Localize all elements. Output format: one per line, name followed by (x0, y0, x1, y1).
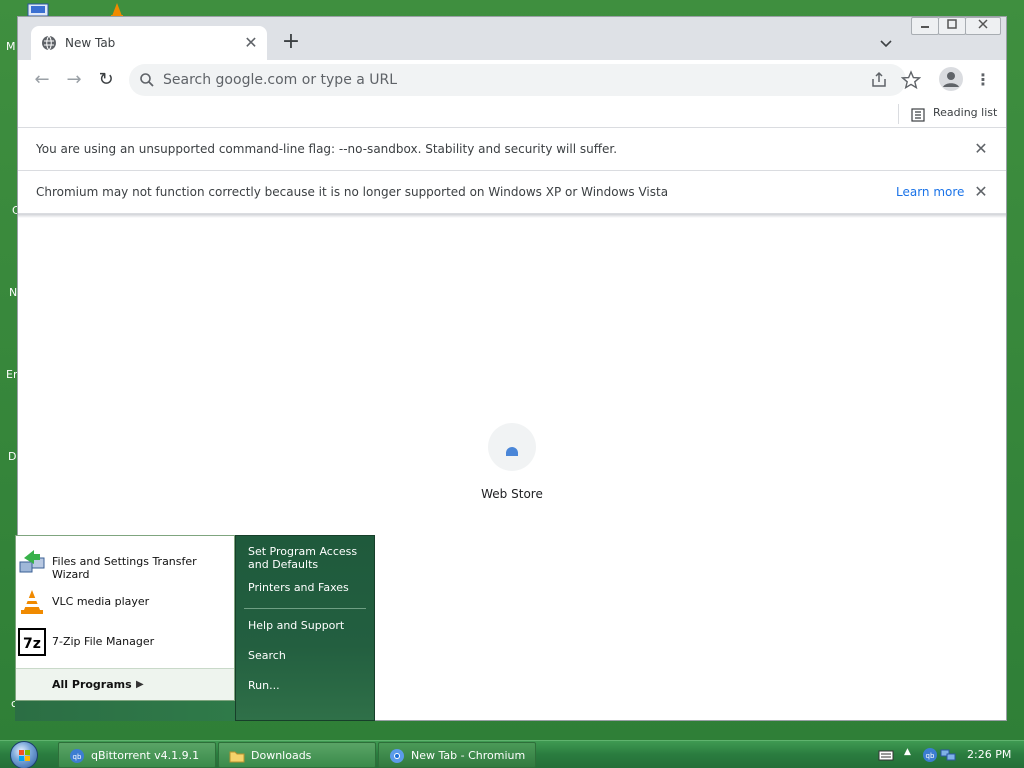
keyboard-icon[interactable] (878, 747, 894, 763)
show-hidden-icons-icon[interactable]: ▲ (904, 747, 920, 763)
all-programs-button[interactable]: All Programs ▶ (16, 668, 234, 700)
omnibox-placeholder: Search google.com or type a URL (163, 72, 398, 88)
tab-title: New Tab (65, 36, 116, 50)
browser-toolbar: ← → ↻ Search google.com or type a URL ⋮ (18, 60, 1006, 100)
desktop-label-m: M (6, 40, 16, 53)
close-icon[interactable]: ✕ (971, 182, 991, 202)
start-item-label: 7-Zip File Manager (52, 635, 155, 648)
search-link[interactable]: Search (248, 649, 286, 662)
infobar-message: Chromium may not function correctly beca… (36, 185, 669, 199)
reload-button[interactable]: ↻ (95, 69, 117, 91)
omnibox[interactable]: Search google.com or type a URL (129, 64, 906, 96)
infobar-message: You are using an unsupported command-lin… (36, 142, 618, 156)
learn-more-link[interactable]: Learn more (896, 185, 964, 199)
close-icon[interactable]: ✕ (971, 139, 991, 159)
start-item-7zip[interactable]: 7z 7-Zip File Manager (16, 625, 234, 659)
taskbar-label: qBittorrent v4.1.9.1 (91, 749, 200, 762)
start-item-vlc[interactable]: VLC media player (16, 585, 234, 619)
taskbar: qb qBittorrent v4.1.9.1 Downloads New Ta… (0, 740, 1024, 768)
system-tray: ▲ qb 2:26 PM (872, 741, 1024, 768)
transfer-wizard-icon (18, 548, 46, 576)
start-button[interactable] (10, 741, 38, 768)
svg-text:qb: qb (926, 752, 935, 760)
clock[interactable]: 2:26 PM (967, 748, 1011, 761)
tab-new-tab[interactable]: New Tab ✕ (31, 26, 267, 60)
help-support-link[interactable]: Help and Support (248, 619, 344, 632)
chevron-down-icon[interactable] (878, 35, 894, 51)
bookmarks-separator (898, 104, 899, 124)
close-window-button[interactable] (965, 17, 1001, 35)
svg-text:7z: 7z (23, 636, 41, 652)
qbittorrent-tray-icon[interactable]: qb (922, 747, 938, 763)
maximize-button[interactable] (938, 17, 966, 35)
bookmark-star-icon[interactable] (900, 70, 922, 90)
infobar-no-sandbox: You are using an unsupported command-lin… (18, 128, 1006, 171)
desktop-label-d: D (8, 450, 17, 463)
reading-list-button[interactable]: Reading list (933, 106, 997, 119)
web-store-shortcut[interactable] (488, 423, 536, 471)
start-menu-places: Set Program Access and Defaults Printers… (235, 535, 375, 721)
desktop-label-n: N (9, 286, 18, 299)
start-item-label: VLC media player (52, 595, 150, 608)
minimize-button[interactable] (911, 17, 939, 35)
svg-text:qb: qb (73, 753, 82, 761)
taskbar-label: Downloads (251, 749, 312, 762)
reading-list-icon[interactable] (911, 107, 925, 122)
bookmarks-bar: Reading list (18, 100, 1006, 128)
globe-icon (41, 35, 57, 51)
folder-icon (229, 748, 245, 764)
taskbar-button-chromium[interactable]: New Tab - Chromium (378, 742, 536, 768)
printers-faxes-link[interactable]: Printers and Faxes (248, 581, 349, 594)
arrow-right-icon: ▶ (136, 679, 144, 690)
run-link[interactable]: Run... (248, 679, 280, 692)
start-item-transfer-wizard[interactable]: Files and Settings Transfer Wizard (16, 545, 234, 581)
start-item-label: Files and Settings Transfer Wizard (52, 555, 197, 581)
new-tab-button[interactable]: + (280, 31, 302, 54)
search-icon (139, 72, 155, 88)
web-store-label[interactable]: Web Store (462, 487, 562, 501)
taskbar-label: New Tab - Chromium (411, 749, 526, 762)
chromium-icon (389, 748, 405, 764)
back-button[interactable]: ← (31, 69, 53, 91)
tab-strip: New Tab ✕ + (18, 17, 1006, 60)
desktop-label-er: Er (6, 368, 18, 381)
all-programs-label: All Programs (52, 678, 132, 691)
7zip-icon: 7z (18, 628, 46, 656)
vlc-icon (18, 588, 46, 616)
browser-menu-button[interactable]: ⋮ (975, 69, 991, 91)
profile-avatar[interactable] (939, 67, 963, 91)
qbittorrent-icon: qb (69, 748, 85, 764)
forward-button[interactable]: → (63, 69, 85, 91)
taskbar-button-qbittorrent[interactable]: qb qBittorrent v4.1.9.1 (58, 742, 216, 768)
start-menu-footer (15, 701, 235, 721)
start-menu: Files and Settings Transfer Wizard VLC m… (15, 535, 375, 721)
set-program-access-link[interactable]: Set Program Access and Defaults (248, 545, 366, 571)
taskbar-button-downloads[interactable]: Downloads (218, 742, 376, 768)
tab-close-icon[interactable]: ✕ (242, 34, 260, 52)
share-icon[interactable] (869, 70, 889, 90)
start-menu-separator (244, 608, 366, 609)
infobar-unsupported-os: Chromium may not function correctly beca… (18, 171, 1006, 214)
start-menu-pinned: Files and Settings Transfer Wizard VLC m… (15, 535, 235, 701)
infobar-shadow (18, 214, 1006, 218)
network-icon[interactable] (940, 747, 956, 763)
